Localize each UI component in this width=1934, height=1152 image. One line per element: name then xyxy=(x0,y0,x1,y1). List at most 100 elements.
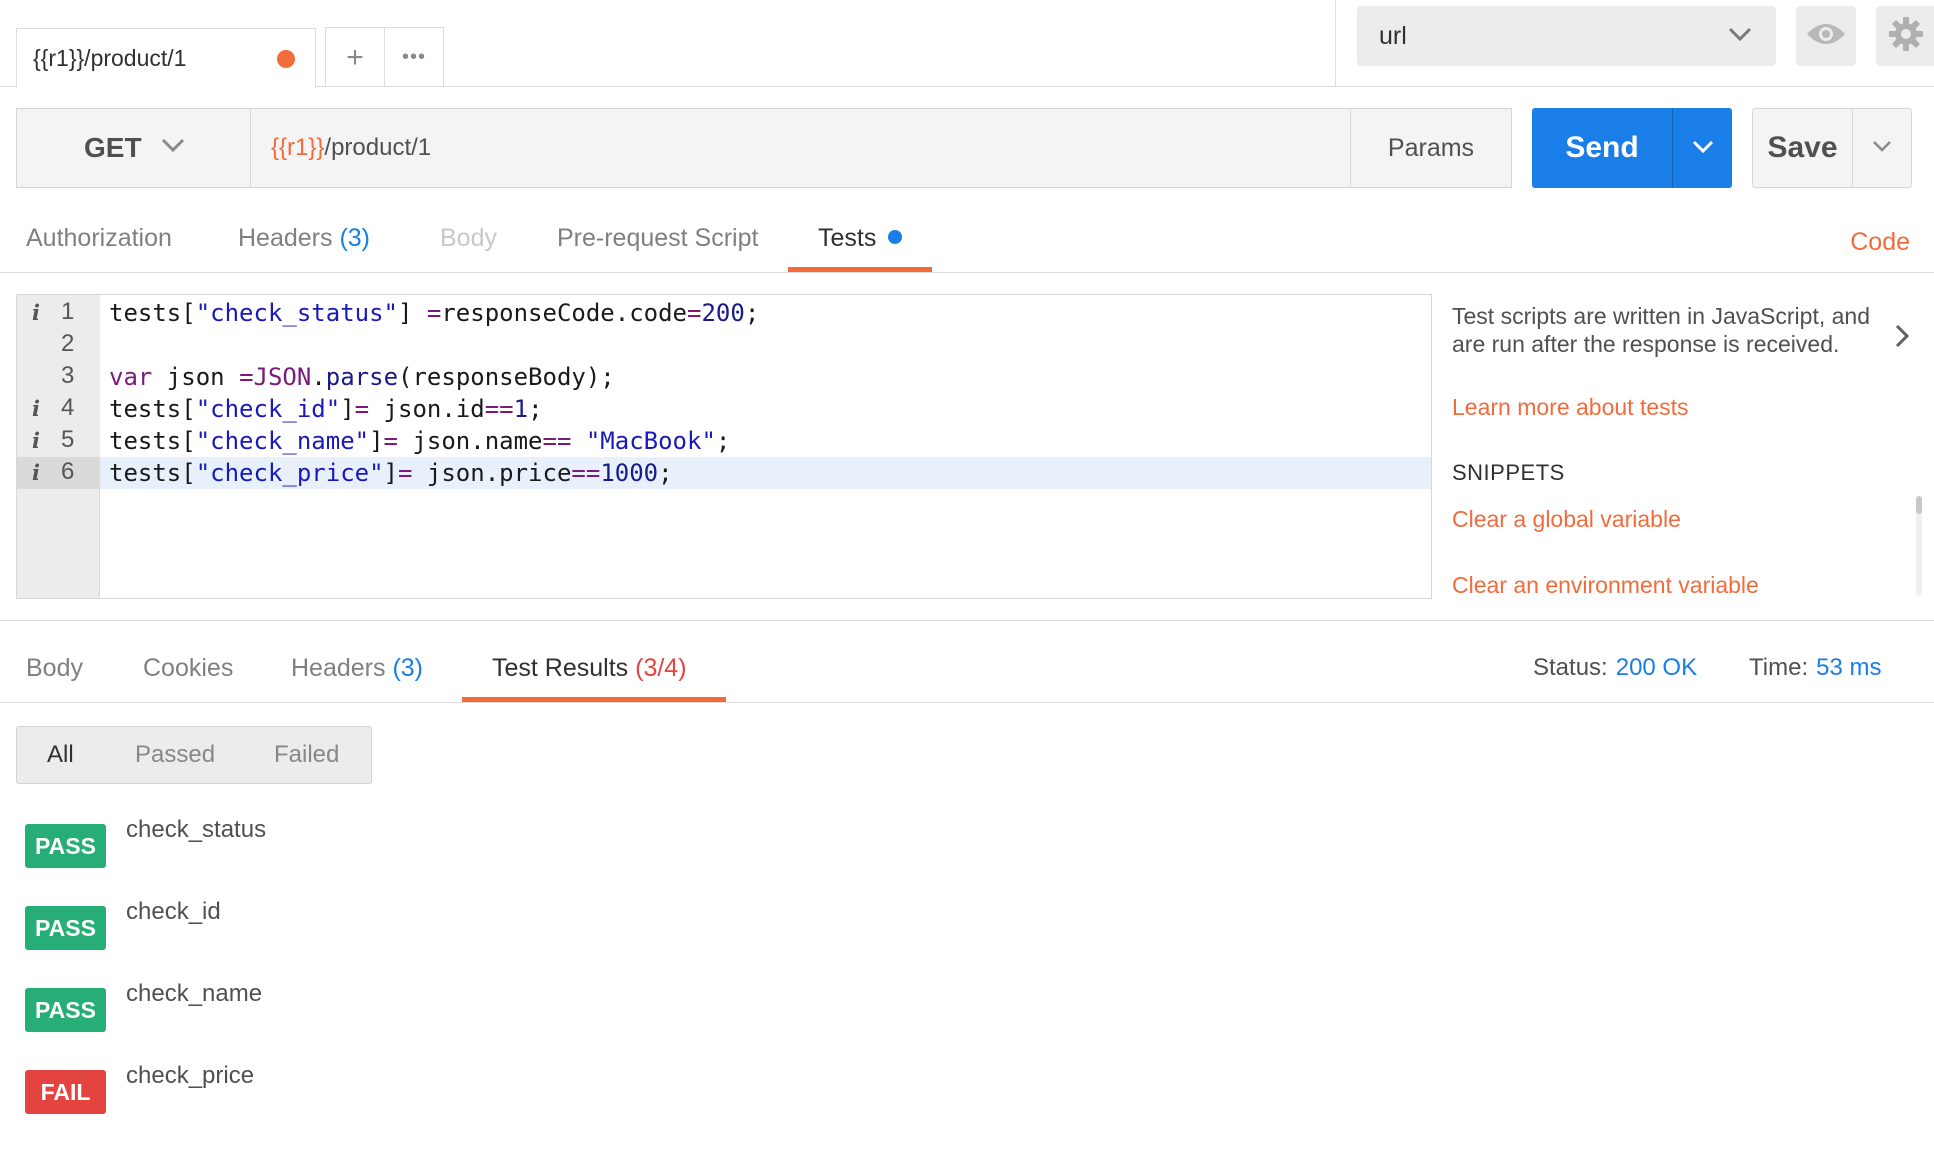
time-label: Time: xyxy=(1749,654,1809,681)
code-link[interactable]: Code xyxy=(1850,228,1910,257)
url-input[interactable]: {{r1}}/product/1 xyxy=(250,108,1351,188)
test-name: check_name xyxy=(126,980,263,1007)
modified-dot-icon xyxy=(888,230,903,244)
test-name: check_id xyxy=(126,898,221,925)
send-button-group: Send xyxy=(1532,108,1732,188)
response-divider xyxy=(0,620,1934,621)
top-tab-bar: {{r1}}/product/1 + ••• url xyxy=(0,0,1934,88)
request-tab[interactable]: {{r1}}/product/1 xyxy=(16,28,316,88)
line-number: 3 xyxy=(61,362,75,389)
unsaved-dot-icon xyxy=(277,50,295,68)
chevron-right-icon xyxy=(1890,324,1914,354)
snippet-clear-environment[interactable]: Clear an environment variable xyxy=(1452,572,1759,599)
tab-tests[interactable]: Tests xyxy=(788,224,932,272)
method-select[interactable]: GET xyxy=(16,108,250,188)
gear-icon xyxy=(1888,16,1924,57)
tests-editor[interactable]: i 1 tests["check_status"] =responseCode.… xyxy=(16,294,1432,599)
tab-headers-label: Headers xyxy=(238,224,333,252)
tab-tests-label: Tests xyxy=(818,224,877,252)
request-tab-label: {{r1}}/product/1 xyxy=(33,45,187,71)
send-button[interactable]: Send xyxy=(1532,108,1672,188)
resp-tab-test-results-label: Test Results xyxy=(492,654,629,682)
params-button[interactable]: Params xyxy=(1350,108,1512,188)
headers-count: (3) xyxy=(339,224,371,252)
url-variable: {{r1}} xyxy=(271,134,325,161)
test-name: check_status xyxy=(126,816,267,843)
request-tabs: Authorization Headers (3) Body Pre-reque… xyxy=(0,212,1934,273)
tab-authorization[interactable]: Authorization xyxy=(26,224,172,272)
snippets-scrollbar[interactable] xyxy=(1916,496,1922,596)
snippets-title: SNIPPETS xyxy=(1452,460,1565,485)
collapse-panel-button[interactable] xyxy=(1890,322,1914,355)
time-value: 53 ms xyxy=(1816,654,1882,681)
new-tab-button[interactable]: + xyxy=(326,28,384,87)
resp-tab-headers-label: Headers xyxy=(291,654,386,682)
status-label: Status: xyxy=(1533,654,1608,681)
tests-description: Test scripts are written in JavaScript, … xyxy=(1452,303,1870,357)
resp-tab-body[interactable]: Body xyxy=(26,654,83,702)
test-name: check_price xyxy=(126,1062,255,1089)
line-number: 5 xyxy=(61,426,75,453)
method-value: GET xyxy=(84,132,142,163)
editor-line: 3 var json =JSON.parse(responseBody); xyxy=(17,361,1431,393)
status-badge: PASS xyxy=(25,988,106,1032)
resp-headers-count: (3) xyxy=(392,654,424,682)
environment-select[interactable]: url xyxy=(1357,6,1776,66)
status-badge: PASS xyxy=(25,824,106,868)
code-text: tests["check_id"]= json.id==1; xyxy=(109,395,543,423)
info-icon: i xyxy=(32,300,40,325)
save-button-group: Save xyxy=(1752,108,1912,188)
learn-more-link[interactable]: Learn more about tests xyxy=(1452,394,1689,421)
code-text: var json =JSON.parse(responseBody); xyxy=(109,363,615,391)
filter-all[interactable]: All xyxy=(47,741,74,769)
editor-line: i 5 tests["check_name"]= json.name== "Ma… xyxy=(17,425,1431,457)
editor-line: 2 xyxy=(17,329,1431,361)
chevron-down-icon xyxy=(1691,134,1715,163)
settings-button[interactable] xyxy=(1876,6,1934,66)
status-value: 200 OK xyxy=(1615,654,1698,681)
tab-pre-request-script[interactable]: Pre-request Script xyxy=(557,224,758,272)
status-badge: PASS xyxy=(25,906,106,950)
resp-tab-headers[interactable]: Headers (3) xyxy=(291,654,423,702)
line-number: 2 xyxy=(61,330,75,357)
scrollbar-thumb[interactable] xyxy=(1916,496,1922,514)
chevron-down-icon xyxy=(160,132,186,165)
response-status: Status: 200 OK xyxy=(1533,654,1697,682)
code-text: tests["check_name"]= json.name== "MacBoo… xyxy=(109,427,731,455)
line-number: 1 xyxy=(61,298,75,325)
info-icon: i xyxy=(32,396,40,421)
line-number: 6 xyxy=(61,458,75,485)
quick-look-button[interactable] xyxy=(1796,6,1856,66)
save-options-button[interactable] xyxy=(1852,109,1911,187)
filter-failed[interactable]: Failed xyxy=(274,741,339,769)
resp-tab-test-results[interactable]: Test Results (3/4) xyxy=(462,654,726,702)
more-tabs-button[interactable]: ••• xyxy=(384,28,443,87)
top-divider xyxy=(1335,0,1336,87)
response-time: Time: 53 ms xyxy=(1749,654,1881,682)
test-results-count: (3/4) xyxy=(635,654,687,682)
info-icon: i xyxy=(32,460,40,485)
info-icon: i xyxy=(32,428,40,453)
resp-tab-cookies[interactable]: Cookies xyxy=(143,654,233,702)
status-badge: FAIL xyxy=(25,1070,106,1114)
send-options-button[interactable] xyxy=(1672,108,1732,188)
tab-body[interactable]: Body xyxy=(440,224,497,272)
editor-line-active: i 6 tests["check_price"]= json.price==10… xyxy=(17,457,1431,489)
code-text: tests["check_price"]= json.price==1000; xyxy=(109,459,673,487)
editor-line: i 1 tests["check_status"] =responseCode.… xyxy=(17,297,1431,329)
environment-value: url xyxy=(1379,21,1407,50)
url-path: /product/1 xyxy=(324,134,432,161)
chevron-down-icon xyxy=(1870,134,1894,163)
tab-actions: + ••• xyxy=(325,27,444,87)
save-button[interactable]: Save xyxy=(1753,109,1852,187)
filter-passed[interactable]: Passed xyxy=(135,741,215,769)
results-filter: All Passed Failed xyxy=(16,726,372,784)
eye-icon xyxy=(1805,20,1847,53)
response-tabs: Body Cookies Headers (3) Test Results (3… xyxy=(0,640,1934,703)
line-number: 4 xyxy=(61,394,75,421)
tab-headers[interactable]: Headers (3) xyxy=(238,224,370,272)
chevron-down-icon xyxy=(1726,20,1754,55)
snippet-clear-global[interactable]: Clear a global variable xyxy=(1452,506,1681,533)
editor-line: i 4 tests["check_id"]= json.id==1; xyxy=(17,393,1431,425)
code-text: tests["check_status"] =responseCode.code… xyxy=(109,299,760,327)
